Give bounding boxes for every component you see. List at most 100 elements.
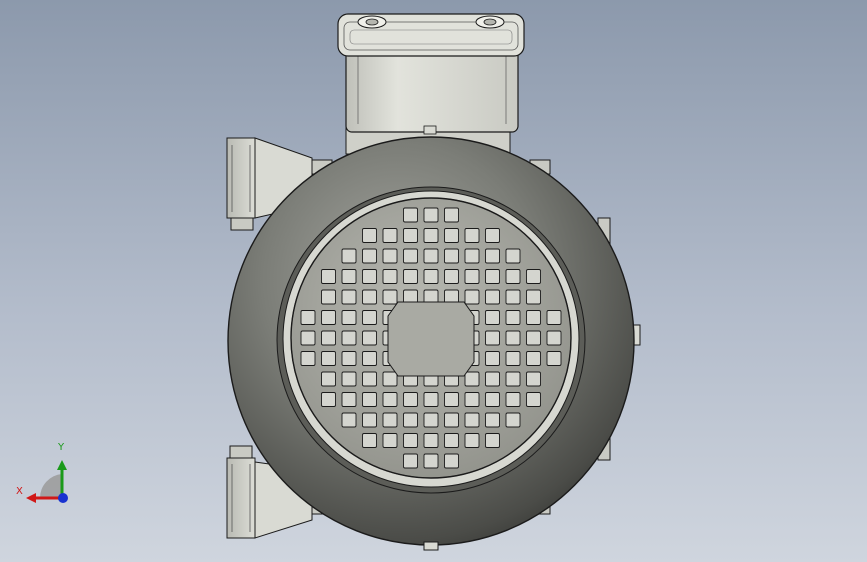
- grille-slot: [382, 412, 398, 428]
- grille-slot: [526, 351, 541, 366]
- grille-slot: [423, 248, 439, 264]
- grille-slot: [403, 433, 418, 448]
- grille-slot: [341, 371, 357, 387]
- grille-slot: [444, 248, 459, 264]
- grille-slot: [505, 289, 521, 305]
- grille-slot: [526, 371, 541, 387]
- y-axis-arrowhead: [57, 460, 67, 470]
- grille-slot: [382, 371, 398, 387]
- grille-slot: [444, 228, 459, 243]
- x-axis-arrowhead: [26, 493, 36, 503]
- grille-slot: [485, 310, 500, 325]
- fan-cover-grille: [290, 197, 572, 479]
- grille-slot: [444, 269, 459, 284]
- grille-slot: [341, 392, 357, 407]
- grille-slot: [341, 269, 357, 284]
- grille-slot: [423, 453, 439, 469]
- grille-slot: [485, 248, 500, 264]
- grille-slot: [403, 412, 418, 428]
- orientation-triad[interactable]: [26, 460, 68, 503]
- grille-slot: [526, 330, 541, 346]
- grille-slot: [362, 289, 377, 305]
- grille-slot: [382, 392, 398, 407]
- grille-slot: [403, 269, 418, 284]
- grille-slot: [485, 392, 500, 407]
- grille-slot: [382, 289, 398, 305]
- grille-slot: [485, 330, 500, 346]
- grille-slot: [382, 269, 398, 284]
- x-axis-label: X: [16, 486, 23, 497]
- grille-slot: [464, 269, 480, 284]
- grille-slot: [485, 269, 500, 284]
- grille-slot: [444, 433, 459, 448]
- grille-slot: [321, 269, 336, 284]
- grille-slot: [423, 207, 439, 223]
- grille-slot: [485, 228, 500, 243]
- grille-slot: [485, 289, 500, 305]
- grille-slot: [526, 289, 541, 305]
- terminal-box-screw-left: [357, 15, 387, 29]
- grille-slot: [362, 371, 377, 387]
- grille-hub: [387, 301, 475, 377]
- motor-model[interactable]: [0, 0, 867, 562]
- grille-slot: [505, 392, 521, 407]
- grille-slot: [382, 433, 398, 448]
- grille-slot: [341, 310, 357, 325]
- grille-slot: [505, 269, 521, 284]
- grille-slot: [341, 412, 357, 428]
- grille-slot: [444, 453, 459, 469]
- grille-slot: [321, 351, 336, 366]
- grille-slot: [321, 392, 336, 407]
- grille-slot: [362, 392, 377, 407]
- grille-slot: [362, 269, 377, 284]
- grille-slot: [403, 453, 418, 469]
- grille-slot: [362, 248, 377, 264]
- grille-slot: [485, 351, 500, 366]
- grille-slot: [321, 289, 336, 305]
- grille-slot: [444, 392, 459, 407]
- grille-slot: [321, 310, 336, 325]
- grille-slot: [423, 392, 439, 407]
- grille-slot: [362, 412, 377, 428]
- grille-slot: [526, 310, 541, 325]
- grille-slot: [505, 248, 521, 264]
- grille-slot: [300, 330, 316, 346]
- y-axis-label: Y: [58, 442, 65, 453]
- grille-slot: [505, 412, 521, 428]
- grille-slot: [485, 371, 500, 387]
- terminal-box-screw-right: [475, 15, 505, 29]
- grille-slot: [321, 330, 336, 346]
- grille-slot: [341, 289, 357, 305]
- grille-slot: [464, 228, 480, 243]
- grille-slot: [362, 330, 377, 346]
- grille-slot: [403, 392, 418, 407]
- grille-slot: [341, 248, 357, 264]
- grille-slot: [464, 289, 480, 305]
- grille-slot: [300, 351, 316, 366]
- cad-viewport[interactable]: X Y: [0, 0, 867, 562]
- grille-slot: [382, 228, 398, 243]
- grille-slot: [321, 371, 336, 387]
- grille-slot: [444, 412, 459, 428]
- grille-slot: [526, 392, 541, 407]
- grille-slot: [300, 310, 316, 325]
- grille-slot: [464, 248, 480, 264]
- grille-slot: [505, 351, 521, 366]
- grille-slot: [423, 228, 439, 243]
- grille-slot: [444, 207, 459, 223]
- grille-slot: [546, 310, 562, 325]
- grille-slot: [423, 412, 439, 428]
- grille-slot: [546, 351, 562, 366]
- grille-slot: [403, 248, 418, 264]
- grille-slot: [341, 351, 357, 366]
- grille-slot: [341, 330, 357, 346]
- grille-slot: [362, 310, 377, 325]
- grille-slot: [382, 248, 398, 264]
- grille-slot: [505, 310, 521, 325]
- grille-slot: [403, 207, 418, 223]
- grille-slot: [464, 392, 480, 407]
- grille-slot: [464, 433, 480, 448]
- drain-plug: [423, 541, 439, 551]
- grille-slot: [403, 228, 418, 243]
- grille-slot: [362, 351, 377, 366]
